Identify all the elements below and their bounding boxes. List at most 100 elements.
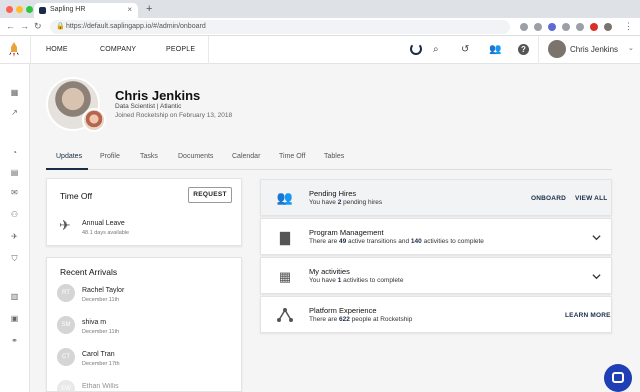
profile-name: Chris Jenkins	[115, 88, 201, 103]
profile-joined: Joined Rocketship on February 13, 2018	[115, 112, 233, 119]
browser-tab[interactable]: Sapling HR ×	[34, 3, 138, 18]
chevron-down-icon[interactable]	[592, 233, 601, 242]
time-off-card: Time Off REQUEST ✈ Annual Leave 48.1 day…	[46, 178, 242, 246]
mail-icon[interactable]: ✉	[10, 188, 19, 197]
program-management-card[interactable]: ▇ Program Management There are 49 active…	[260, 218, 612, 255]
key-icon[interactable]	[520, 23, 528, 31]
extension-icon[interactable]	[590, 23, 598, 31]
chat-icon	[612, 372, 624, 383]
user-name[interactable]: Chris Jenkins	[570, 45, 618, 54]
new-tab-icon[interactable]: +	[146, 3, 152, 15]
onboard-button[interactable]: ONBOARD	[531, 195, 566, 202]
profile-icon[interactable]	[604, 23, 612, 31]
card-title: My activities	[309, 267, 350, 276]
chat-icon[interactable]: ◔	[10, 148, 19, 157]
minimize-window-button[interactable]	[16, 6, 23, 13]
network-icon	[277, 308, 293, 322]
link-icon[interactable]: ⚭	[10, 336, 19, 345]
divider	[538, 36, 539, 64]
url-text: https://default.saplingapp.io/#/admin/on…	[66, 23, 206, 30]
manager-avatar[interactable]	[82, 108, 106, 132]
active-tab-indicator	[46, 168, 88, 170]
card-title: Pending Hires	[309, 189, 357, 198]
tab-close-icon[interactable]: ×	[127, 5, 132, 14]
request-button[interactable]: REQUEST	[188, 187, 232, 203]
search-icon[interactable]: ⌕	[433, 44, 439, 55]
card-subtitle: There are 622 people at Rocketship	[309, 316, 413, 323]
my-activities-card[interactable]: ▦ My activities You have 1 activities to…	[260, 257, 612, 294]
shield-icon[interactable]: ⛉	[10, 254, 19, 263]
tab-tables[interactable]: Tables	[324, 153, 344, 160]
plane-icon[interactable]: ✈	[10, 232, 19, 241]
help-icon[interactable]: ?	[518, 44, 529, 55]
tab-calendar[interactable]: Calendar	[232, 153, 260, 160]
sapling-favicon-icon	[39, 7, 46, 14]
card-title: Time Off	[60, 191, 93, 201]
arrival-name[interactable]: shiva m	[82, 319, 106, 326]
people-icon[interactable]: ⚇	[10, 210, 19, 219]
card-title: Program Management	[309, 228, 384, 237]
card-title: Platform Experience	[309, 306, 377, 315]
extension-icon[interactable]	[562, 23, 570, 31]
avatar[interactable]: EW	[57, 380, 75, 391]
tab-updates[interactable]: Updates	[56, 153, 82, 160]
nav-home[interactable]: HOME	[46, 46, 68, 53]
view-all-button[interactable]: VIEW ALL	[575, 195, 607, 202]
menu-icon[interactable]: ⋮	[624, 21, 633, 32]
history-icon[interactable]: ↺	[461, 44, 469, 55]
tab-documents[interactable]: Documents	[178, 153, 213, 160]
card-title: Recent Arrivals	[60, 267, 118, 277]
tab-profile[interactable]: Profile	[100, 153, 120, 160]
chat-launcher-button[interactable]	[604, 364, 632, 392]
close-window-button[interactable]	[6, 6, 13, 13]
reload-icon[interactable]: ↻	[34, 21, 42, 32]
app-header: HOME COMPANY PEOPLE ⌕ ↺ 👥 ? Chris Jenkin…	[0, 36, 640, 64]
forward-icon[interactable]: →	[20, 21, 29, 31]
extension-icon[interactable]	[548, 23, 556, 31]
back-icon[interactable]: ←	[6, 21, 15, 31]
loading-spinner-icon	[410, 43, 422, 55]
arrival-date: December 17th	[82, 361, 120, 367]
extension-icon[interactable]	[576, 23, 584, 31]
card-subtitle: There are 49 active transitions and 140 …	[309, 238, 484, 245]
avatar[interactable]: SM	[57, 316, 75, 334]
address-bar: ← → ↻ 🔒 https://default.saplingapp.io/#/…	[0, 18, 640, 36]
plane-icon: ✈	[59, 217, 71, 233]
tab-title: Sapling HR	[50, 6, 86, 13]
arrival-date: December 11th	[82, 329, 120, 335]
star-icon[interactable]	[534, 23, 542, 31]
tab-time-off[interactable]: Time Off	[279, 153, 305, 160]
chevron-down-icon[interactable]: ⌄	[628, 44, 634, 52]
qr-icon[interactable]: ▣	[10, 314, 19, 323]
learn-more-button[interactable]: LEARN MORE	[565, 312, 611, 319]
arrival-name[interactable]: Rachel Taylor	[82, 287, 124, 294]
avatar[interactable]: CT	[57, 348, 75, 366]
url-field[interactable]: 🔒 https://default.saplingapp.io/#/admin/…	[50, 20, 510, 34]
arrival-name[interactable]: Carol Tran	[82, 351, 115, 358]
bar-chart-icon: ▇	[280, 230, 290, 245]
arrival-date: December 11th	[82, 297, 120, 303]
dashboard-icon[interactable]: ▦	[10, 88, 19, 97]
divider	[208, 36, 209, 64]
building-icon[interactable]: ▥	[10, 292, 19, 301]
building-icon: ▦	[278, 269, 292, 284]
recent-arrivals-card: Recent Arrivals RT Rachel Taylor Decembe…	[46, 257, 242, 392]
maximize-window-button[interactable]	[26, 6, 33, 13]
nav-company[interactable]: COMPANY	[100, 46, 136, 53]
avatar[interactable]: RT	[57, 284, 75, 302]
card-subtitle: You have 1 activities to complete	[309, 277, 404, 284]
arrival-name[interactable]: Ethan Willis	[82, 383, 119, 390]
rocket-logo-icon[interactable]	[9, 42, 19, 57]
leave-name: Annual Leave	[82, 220, 125, 227]
people-icon[interactable]: 👥	[489, 44, 501, 55]
divider	[30, 36, 31, 64]
nav-people[interactable]: PEOPLE	[166, 46, 195, 53]
add-people-icon: 👥	[276, 190, 294, 205]
tab-tasks[interactable]: Tasks	[140, 153, 158, 160]
chevron-down-icon[interactable]	[592, 272, 601, 281]
avatar[interactable]	[548, 40, 566, 58]
document-icon[interactable]: ▤	[10, 168, 19, 177]
profile-tabs: Updates Profile Tasks Documents Calendar…	[46, 148, 612, 170]
analytics-icon[interactable]: ↗	[10, 108, 19, 117]
profile-title: Data Scientist | Atlantic	[115, 103, 182, 110]
